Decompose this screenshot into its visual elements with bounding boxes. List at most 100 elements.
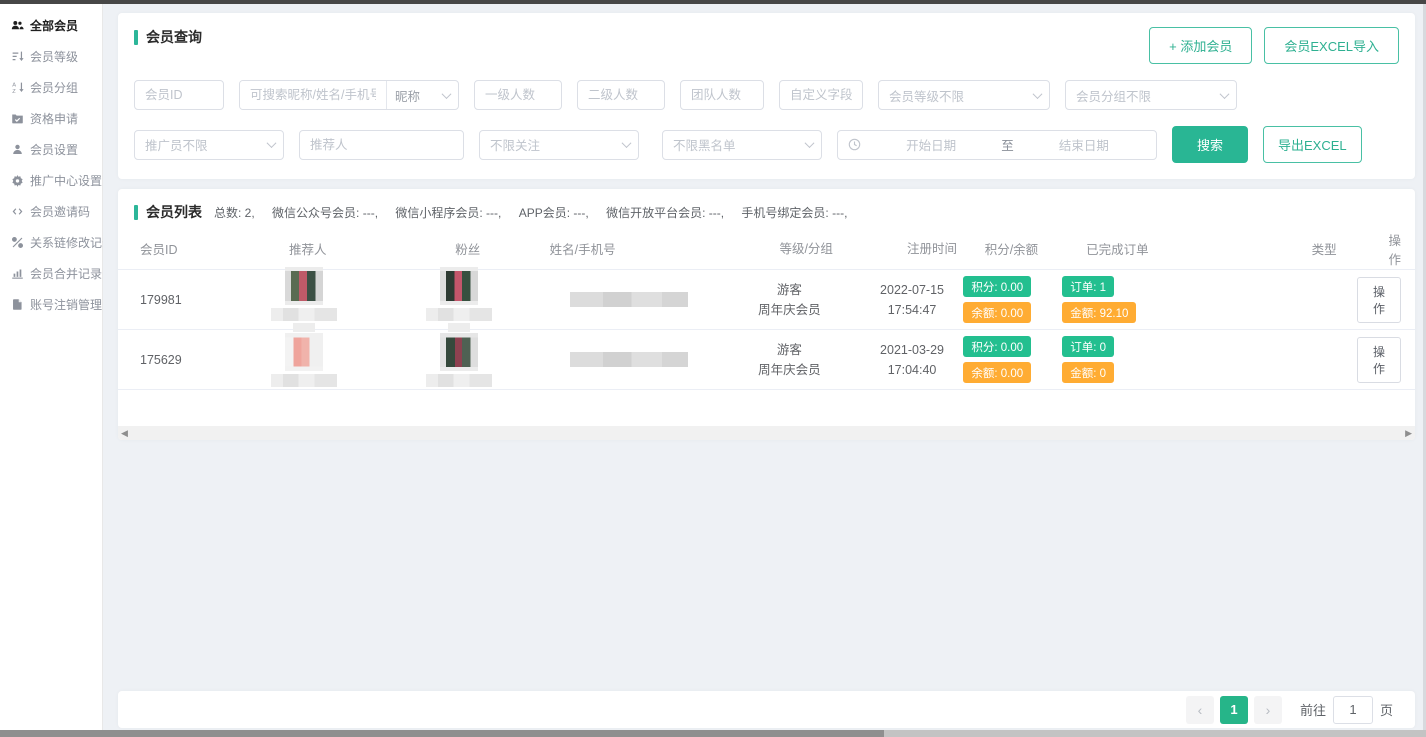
- sidebar-item-label: 关系链修改记录: [30, 234, 114, 251]
- reg-time-cell: 2022-07-15 17:54:47: [861, 280, 964, 320]
- table-empty-space: [118, 390, 1415, 426]
- sidebar-item-label: 资格申请: [30, 110, 78, 127]
- member-id-input[interactable]: [134, 80, 224, 110]
- clock-icon: [848, 138, 861, 151]
- sidebar-item-all-members[interactable]: 全部会员: [0, 10, 102, 41]
- referrer-cell: [227, 333, 379, 387]
- table-row: 179981 游客: [118, 270, 1415, 330]
- member-query-card: 会员查询 + 添加会员 会员EXCEL导入 昵称: [118, 13, 1415, 179]
- date-range-picker[interactable]: 开始日期 至 结束日期: [837, 130, 1157, 160]
- name-phone-cell: [539, 352, 718, 367]
- sidebar-item-member-levels[interactable]: 会员等级: [0, 41, 102, 72]
- points-balance-cell: 积分: 0.00 余额: 0.00: [963, 276, 1062, 323]
- filter-row-1: 昵称 会员等级不限 会员分组不限: [134, 80, 1399, 110]
- goto-page-input[interactable]: [1333, 696, 1373, 724]
- svg-text:Z: Z: [12, 89, 16, 94]
- referrer-name-redacted: [271, 374, 337, 387]
- promoter-select[interactable]: 推广员不限: [134, 130, 284, 160]
- row-action-button[interactable]: 操作: [1357, 277, 1401, 323]
- points-badge: 积分: 0.00: [963, 276, 1031, 297]
- browser-horizontal-scrollbar[interactable]: [0, 730, 1426, 737]
- level2-count-input[interactable]: [577, 80, 665, 110]
- add-member-button[interactable]: + 添加会员: [1149, 27, 1252, 64]
- chevron-down-icon: [1220, 89, 1230, 99]
- page-1-button[interactable]: 1: [1220, 696, 1248, 724]
- next-page-button[interactable]: ›: [1254, 696, 1282, 724]
- title-accent-bar: [134, 30, 138, 45]
- orders-badge: 订单: 1: [1062, 276, 1114, 297]
- sidebar-item-label: 会员设置: [30, 141, 78, 158]
- background-area: [118, 440, 1415, 691]
- gear-icon: [11, 174, 24, 187]
- follow-select[interactable]: 不限关注: [479, 130, 639, 160]
- action-cell: 操作: [1357, 277, 1401, 323]
- reg-time-cell: 2021-03-29 17:04:40: [861, 340, 964, 380]
- file-icon: [11, 298, 24, 311]
- sidebar-item-label: 会员分组: [30, 79, 78, 96]
- sidebar-item-label: 会员合并记录: [30, 265, 102, 282]
- sidebar-item-label: 账号注销管理: [30, 296, 102, 313]
- blacklist-select[interactable]: 不限黑名单: [662, 130, 822, 160]
- sidebar-item-merge-log[interactable]: 会员合并记录: [0, 258, 102, 289]
- sidebar-item-qualification[interactable]: 资格申请: [0, 103, 102, 134]
- list-card-title: 会员列表: [134, 202, 202, 222]
- col-reg-time: 注册时间: [879, 239, 984, 259]
- scroll-left-icon[interactable]: ◀: [121, 429, 128, 438]
- member-list-card: 会员列表 总数: 2, 微信公众号会员: ---, 微信小程序会员: ---, …: [118, 189, 1415, 440]
- chevron-down-icon: [267, 138, 277, 148]
- date-start-placeholder: 开始日期: [869, 135, 993, 154]
- sidebar-item-member-groups[interactable]: AZ 会员分组: [0, 72, 102, 103]
- sidebar-item-account-cancel[interactable]: 账号注销管理: [0, 289, 102, 320]
- scrollbar-thumb[interactable]: [0, 730, 884, 737]
- fan-name-redacted: [426, 308, 492, 321]
- referrer-name-redacted: [271, 308, 337, 321]
- referrer-input[interactable]: [299, 130, 464, 160]
- orders-cell: 订单: 1 金额: 92.10: [1062, 276, 1231, 323]
- fan-avatar: [440, 333, 478, 371]
- name-phone-cell: [539, 292, 718, 307]
- balance-badge: 余额: 0.00: [963, 362, 1031, 383]
- keyword-input-group: 昵称: [239, 80, 459, 110]
- sidebar-item-invite-code[interactable]: 会员邀请码: [0, 196, 102, 227]
- fan-name-redacted: [448, 323, 470, 332]
- sidebar-item-promotion-settings[interactable]: 推广中心设置: [0, 165, 102, 196]
- sidebar-item-relation-log[interactable]: 关系链修改记录: [0, 227, 102, 258]
- sidebar-item-member-settings[interactable]: 会员设置: [0, 134, 102, 165]
- team-count-input[interactable]: [680, 80, 764, 110]
- users-icon: [11, 19, 24, 32]
- keyword-type-select[interactable]: 昵称: [386, 81, 458, 109]
- row-action-button[interactable]: 操作: [1357, 337, 1401, 383]
- filter-row-2: 推广员不限 不限关注 不限黑名单 开始日期 至 结束日期: [134, 126, 1399, 163]
- col-member-id: 会员ID: [132, 239, 230, 258]
- sidebar-item-label: 会员邀请码: [30, 203, 90, 220]
- orders-cell: 订单: 0 金额: 0: [1062, 336, 1231, 383]
- custom-field-input[interactable]: [779, 80, 863, 110]
- pagination-bar: ‹ 1 › 前往 页: [118, 691, 1415, 728]
- member-group-select[interactable]: 会员分组不限: [1065, 80, 1237, 110]
- col-level-group: 等级/分组: [733, 239, 879, 259]
- member-level-select[interactable]: 会员等级不限: [878, 80, 1050, 110]
- app-root: 全部会员 会员等级 AZ 会员分组 资格申请 会员设置 推广中心设置 会员邀请码: [0, 4, 1426, 730]
- search-button[interactable]: 搜索: [1172, 126, 1248, 163]
- fan-name-redacted: [426, 374, 492, 387]
- user-icon: [11, 143, 24, 156]
- col-name-phone: 姓名/手机号: [550, 239, 733, 258]
- horizontal-scrollbar[interactable]: ◀ ▶: [118, 426, 1415, 440]
- export-excel-button[interactable]: 导出EXCEL: [1263, 126, 1362, 163]
- amount-badge: 金额: 92.10: [1062, 302, 1136, 323]
- chevron-down-icon: [805, 138, 815, 148]
- col-completed-orders: 已完成订单: [1086, 239, 1260, 258]
- date-to-label: 至: [1001, 135, 1014, 154]
- sort-alpha-icon: AZ: [11, 81, 24, 94]
- referrer-avatar: [285, 267, 323, 305]
- name-redacted: [570, 352, 688, 367]
- referrer-avatar: [285, 333, 323, 371]
- scroll-right-icon[interactable]: ▶: [1405, 429, 1412, 438]
- excel-import-button[interactable]: 会员EXCEL导入: [1264, 27, 1399, 64]
- level1-count-input[interactable]: [474, 80, 562, 110]
- col-action: 操作: [1389, 230, 1402, 268]
- keyword-input[interactable]: [240, 81, 386, 109]
- balance-badge: 余额: 0.00: [963, 302, 1031, 323]
- prev-page-button[interactable]: ‹: [1186, 696, 1214, 724]
- col-type: 类型: [1260, 239, 1389, 258]
